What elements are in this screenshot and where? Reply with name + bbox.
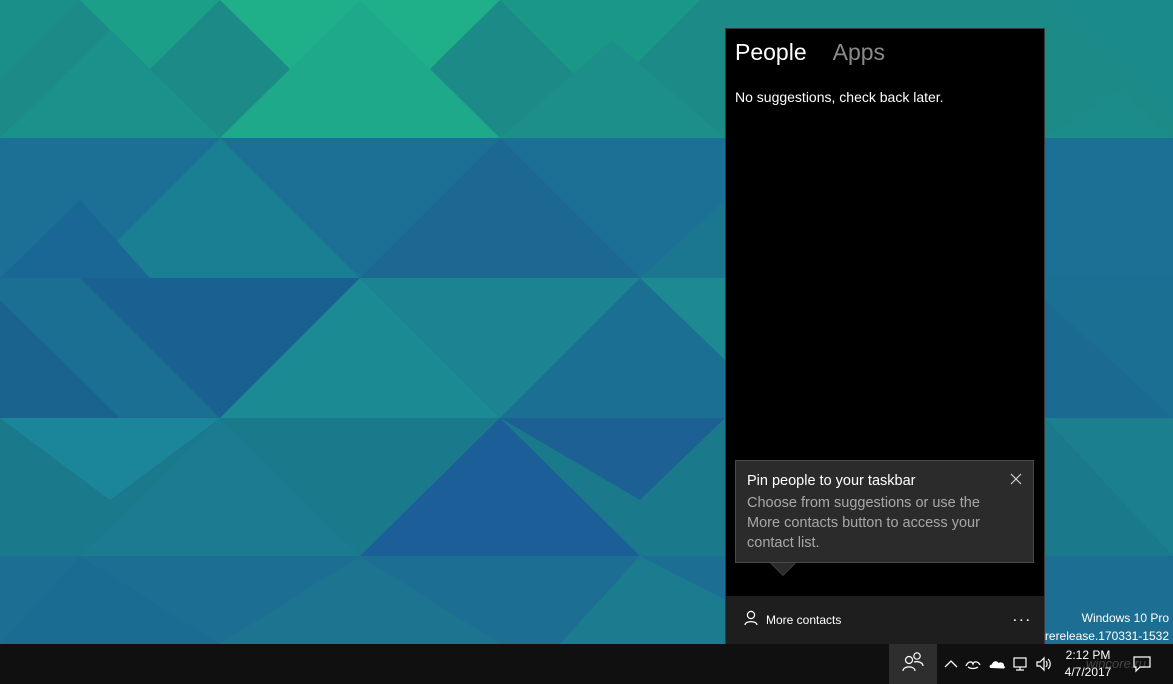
- tip-pointer: [771, 563, 795, 575]
- flyout-tabs: People Apps: [735, 39, 885, 66]
- volume-icon[interactable]: [1035, 655, 1053, 673]
- pin-people-tip: Pin people to your taskbar Choose from s…: [735, 460, 1034, 576]
- person-icon: [744, 610, 758, 629]
- more-contacts-label: More contacts: [766, 612, 842, 627]
- onedrive-icon[interactable]: [988, 655, 1006, 673]
- more-options-button[interactable]: ...: [1013, 608, 1032, 626]
- os-edition-watermark: Windows 10 Pro: [1081, 611, 1169, 625]
- more-contacts-button[interactable]: More contacts: [744, 610, 841, 629]
- action-center-icon[interactable]: [1132, 655, 1152, 673]
- empty-suggestions-message: No suggestions, check back later.: [735, 89, 944, 105]
- chevron-up-icon[interactable]: [942, 655, 960, 673]
- people-taskbar-button[interactable]: [889, 644, 937, 684]
- people-icon: [901, 651, 925, 677]
- build-watermark: _prerelease.170331-1532: [1031, 629, 1169, 643]
- people-flyout: People Apps No suggestions, check back l…: [725, 28, 1045, 644]
- tab-people[interactable]: People: [735, 39, 807, 66]
- close-icon[interactable]: [1009, 471, 1023, 485]
- tip-title: Pin people to your taskbar: [747, 473, 916, 489]
- tip-body: Choose from suggestions or use the More …: [747, 495, 980, 551]
- taskbar: 2:12 PM 4/7/2017 wincore.ru: [0, 644, 1173, 684]
- network-icon[interactable]: [1012, 655, 1030, 673]
- tab-apps[interactable]: Apps: [833, 39, 885, 66]
- cloud-service-icon[interactable]: [964, 655, 982, 673]
- flyout-footer: More contacts ...: [726, 596, 1044, 644]
